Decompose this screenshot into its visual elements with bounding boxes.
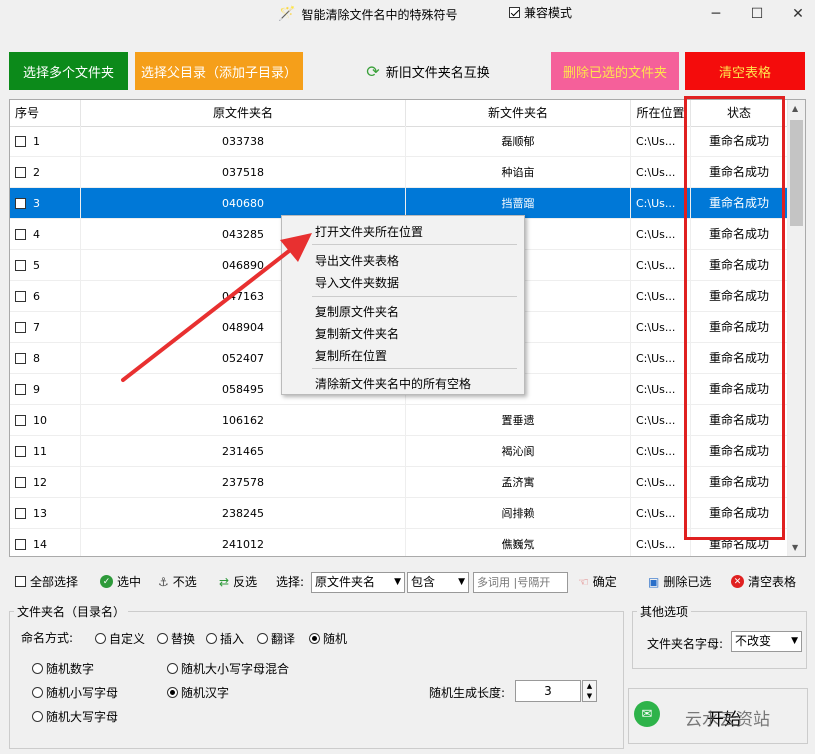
deselect-label: 不选 xyxy=(172,575,197,589)
radio-icon[interactable] xyxy=(167,687,178,698)
naming-method-label: 命名方式: xyxy=(21,631,74,645)
radio-translate[interactable]: 翻译 xyxy=(257,630,295,647)
letter-case-value: 不改变 xyxy=(735,634,772,648)
watermark-text: 云水云资站 xyxy=(685,710,770,730)
length-stepper[interactable]: ▲ ▼ xyxy=(582,680,597,702)
shuffle-icon: ⇄ xyxy=(219,574,230,589)
radio-random-digits[interactable]: 随机数字 xyxy=(32,660,94,677)
radio-random-mixed-case[interactable]: 随机大小写字母混合 xyxy=(167,660,289,677)
radio-icon[interactable] xyxy=(32,711,43,722)
chevron-down-icon: ▼ xyxy=(458,577,465,587)
letter-case-label: 文件夹名字母: xyxy=(647,637,724,651)
match-select[interactable]: 包含 ▼ xyxy=(407,572,469,593)
select-all-label: 全部选择 xyxy=(30,575,79,589)
folder-name-group-title: 文件夹名（目录名） xyxy=(14,603,129,620)
confirm-button[interactable]: ☜ 确定 xyxy=(578,573,617,590)
select-button[interactable]: ✓ 选中 xyxy=(100,573,141,590)
clear-table-small-button[interactable]: ✕ 清空表格 xyxy=(731,573,796,590)
radio-icon[interactable] xyxy=(309,633,320,644)
check-icon: ✓ xyxy=(100,575,113,588)
select-label: 选中 xyxy=(117,575,142,589)
radio-icon[interactable] xyxy=(167,663,178,674)
checkbox-icon[interactable] xyxy=(15,576,26,587)
selection-toolbar: 全部选择 ✓ 选中 ⚓ 不选 ⇄ 反选 选择: 原文件夹名 ▼ 包含 ▼ ☜ 确… xyxy=(9,569,809,595)
radio-icon[interactable] xyxy=(257,633,268,644)
delete-selected-label: 删除已选 xyxy=(663,575,712,589)
radio-label: 随机数字 xyxy=(46,662,95,676)
radio-icon[interactable] xyxy=(206,633,217,644)
random-length-input[interactable]: 3 xyxy=(515,680,581,702)
radio-label: 随机大小写字母混合 xyxy=(181,662,290,676)
field-select-value: 原文件夹名 xyxy=(315,575,376,589)
invert-label: 反选 xyxy=(233,575,258,589)
anchor-icon: ⚓ xyxy=(158,574,169,589)
random-length-label: 随机生成长度: xyxy=(429,686,506,700)
clear-table-label: 清空表格 xyxy=(748,575,797,589)
confirm-label: 确定 xyxy=(592,575,617,589)
match-select-value: 包含 xyxy=(411,575,436,589)
radio-label: 自定义 xyxy=(109,632,146,646)
other-options-title: 其他选项 xyxy=(637,603,692,620)
window-icon: ▣ xyxy=(648,574,660,589)
radio-icon[interactable] xyxy=(95,633,106,644)
radio-icon[interactable] xyxy=(32,663,43,674)
radio-custom[interactable]: 自定义 xyxy=(95,630,145,647)
radio-insert[interactable]: 插入 xyxy=(206,630,244,647)
radio-random-lowercase[interactable]: 随机小写字母 xyxy=(32,684,118,701)
radio-label: 插入 xyxy=(220,632,245,646)
chevron-down-icon: ▼ xyxy=(394,577,401,587)
radio-label: 随机大写字母 xyxy=(46,710,119,724)
choose-label-text: 选择: xyxy=(276,575,305,589)
radio-random-chinese[interactable]: 随机汉字 xyxy=(167,684,229,701)
start-button[interactable]: 开始 ✉ 云水云资站 xyxy=(628,688,808,744)
letter-case-select[interactable]: 不改变 ▼ xyxy=(731,631,802,652)
radio-label: 随机 xyxy=(323,632,348,646)
field-select[interactable]: 原文件夹名 ▼ xyxy=(311,572,405,593)
close-icon: ✕ xyxy=(731,575,744,588)
delete-selected-button[interactable]: ▣ 删除已选 xyxy=(648,573,711,590)
hand-icon: ☜ xyxy=(578,574,589,589)
deselect-button[interactable]: ⚓ 不选 xyxy=(158,573,197,590)
invert-button[interactable]: ⇄ 反选 xyxy=(219,573,257,590)
chevron-down-icon: ▼ xyxy=(791,636,798,646)
radio-icon[interactable] xyxy=(32,687,43,698)
radio-label: 随机汉字 xyxy=(181,686,230,700)
wechat-icon: ✉ xyxy=(634,701,660,727)
keyword-input[interactable] xyxy=(473,572,568,593)
radio-random[interactable]: 随机 xyxy=(309,630,347,647)
radio-random-uppercase[interactable]: 随机大写字母 xyxy=(32,708,118,725)
select-all-checkbox[interactable]: 全部选择 xyxy=(15,573,78,590)
radio-label: 替换 xyxy=(171,632,196,646)
choose-label: 选择: xyxy=(276,573,304,590)
radio-label: 随机小写字母 xyxy=(46,686,119,700)
radio-replace[interactable]: 替换 xyxy=(157,630,195,647)
radio-label: 翻译 xyxy=(271,632,296,646)
radio-icon[interactable] xyxy=(157,633,168,644)
